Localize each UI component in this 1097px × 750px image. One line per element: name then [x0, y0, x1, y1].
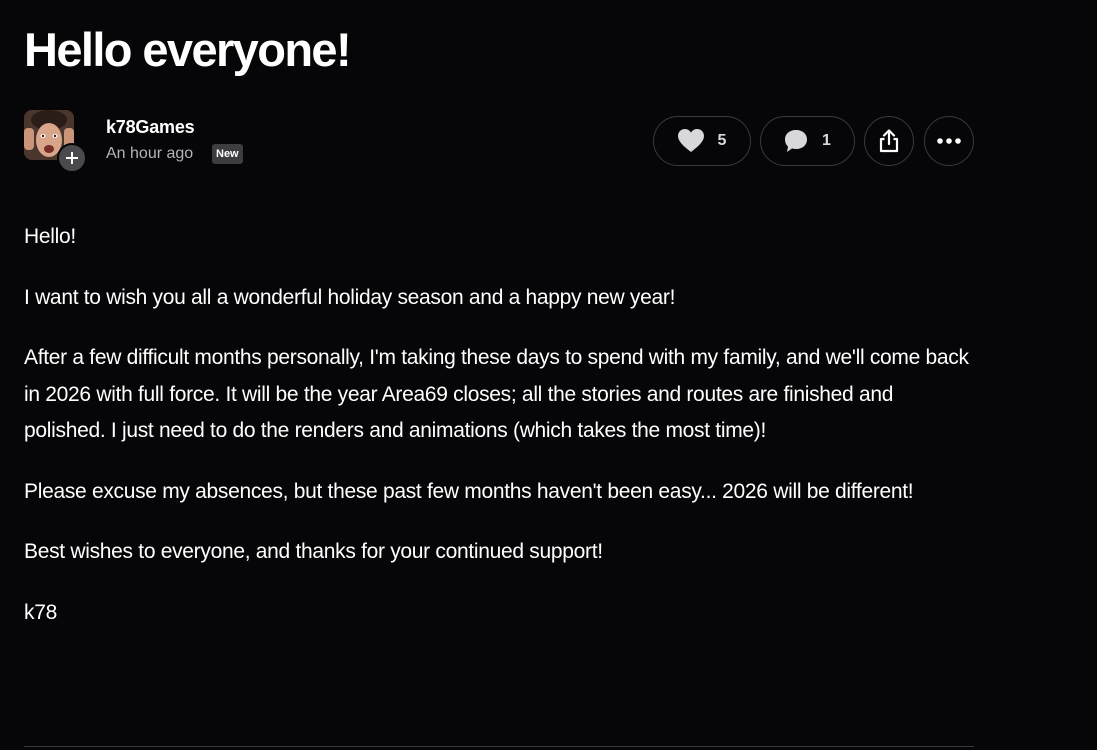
- body-paragraph: Hello!: [24, 225, 76, 248]
- share-button[interactable]: [864, 116, 914, 166]
- follow-button[interactable]: [57, 143, 87, 173]
- new-badge: New: [212, 144, 243, 164]
- like-count: 5: [717, 132, 727, 149]
- body-paragraph: Best wishes to everyone, and thanks for …: [24, 540, 603, 563]
- comment-count: 1: [822, 132, 831, 149]
- like-button[interactable]: 5: [653, 116, 751, 166]
- post-timestamp: An hour ago: [106, 145, 194, 162]
- more-options-button[interactable]: [924, 116, 974, 166]
- post-body: Hello! I want to wish you all a wonderfu…: [24, 219, 974, 655]
- comment-icon: [785, 130, 808, 152]
- author-name[interactable]: k78Games: [106, 117, 195, 138]
- plus-icon: [66, 152, 78, 164]
- heart-icon: [677, 129, 704, 152]
- signature: k78: [24, 600, 57, 624]
- share-icon: [879, 129, 899, 153]
- post-title: Hello everyone!: [24, 23, 352, 76]
- comment-button[interactable]: 1: [760, 116, 855, 166]
- body-paragraph: After a few difficult months personally,…: [24, 346, 969, 442]
- body-paragraph: I want to wish you all a wonderful holid…: [24, 285, 676, 309]
- body-paragraph: Please excuse my absences, but these pas…: [24, 479, 914, 503]
- divider: [24, 746, 974, 747]
- more-icon: [937, 138, 961, 144]
- author-block: k78Games An hour ago New 5 1: [24, 110, 974, 174]
